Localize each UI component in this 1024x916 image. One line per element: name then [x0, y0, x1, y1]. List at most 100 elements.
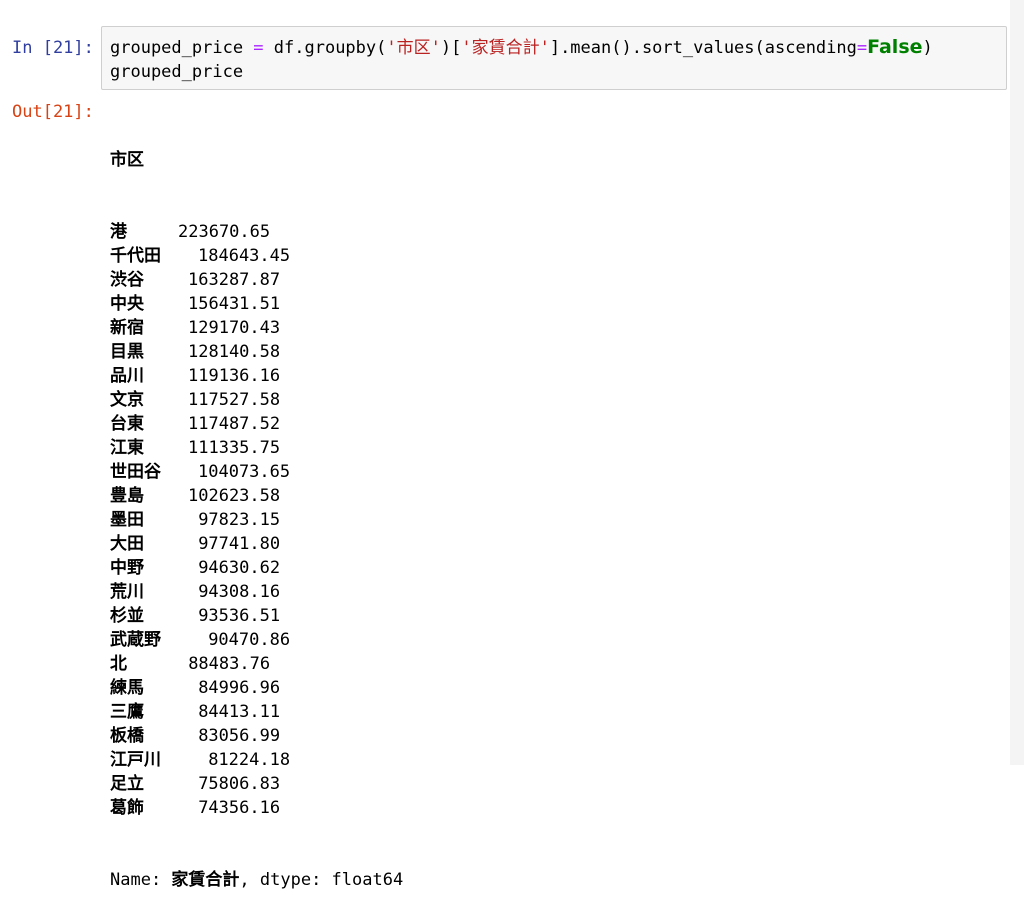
series-row: 品川 119136.16: [110, 364, 403, 388]
series-row-label: 板橋: [110, 726, 144, 746]
series-row: 三鷹 84413.11: [110, 700, 403, 724]
series-row-label: 文京: [110, 390, 144, 410]
series-row-label: 千代田: [110, 246, 161, 266]
series-row-value: 128140.58: [188, 342, 281, 362]
output-area: 市区 港 223670.65 千代田 184643.45 渋谷 163287.87 中央 15…: [110, 100, 403, 916]
series-row-label: 港: [110, 222, 127, 242]
series-row-label: 武蔵野: [110, 630, 161, 650]
series-row-label: 渋谷: [110, 270, 144, 290]
code-text[interactable]: grouped_price = df.groupby('市区')['家賃合計']…: [110, 35, 933, 84]
output-prompt: Out[21]:: [12, 102, 94, 122]
series-row-value: 90470.86: [208, 630, 291, 650]
series-row: 足立 75806.83: [110, 772, 403, 796]
series-row-label: 江東: [110, 438, 144, 458]
series-row-label: 杉並: [110, 606, 144, 626]
series-row-label: 目黒: [110, 342, 144, 362]
series-row: 江東 111335.75: [110, 436, 403, 460]
series-row-label: 新宿: [110, 318, 144, 338]
series-row-label: 世田谷: [110, 462, 161, 482]
footer-dtype: , dtype: float64: [239, 870, 404, 890]
series-row-value: 156431.51: [188, 294, 281, 314]
series-row-label: 豊島: [110, 486, 144, 506]
series-row-value: 163287.87: [188, 270, 281, 290]
series-row: 江戸川 81224.18: [110, 748, 403, 772]
footer-name-value: 家賃合計: [171, 870, 240, 890]
series-row: 千代田 184643.45: [110, 244, 403, 268]
series-row-value: 184643.45: [198, 246, 291, 266]
series-row-value: 119136.16: [188, 366, 281, 386]
series-row: 北 88483.76: [110, 652, 403, 676]
code-editor[interactable]: grouped_price = df.groupby('市区')['家賃合計']…: [101, 26, 1007, 90]
series-row: 目黒 128140.58: [110, 340, 403, 364]
series-row-value: 74356.16: [198, 798, 281, 818]
code-token: df.groupby(: [263, 38, 387, 58]
series-row-value: 84413.11: [198, 702, 281, 722]
series-row: 武蔵野 90470.86: [110, 628, 403, 652]
series-row-label: 練馬: [110, 678, 144, 698]
series-row-label: 荒川: [110, 582, 144, 602]
code-keyword: False: [867, 36, 923, 58]
code-token: ].mean().sort_values(ascending: [549, 38, 857, 58]
code-line-2: grouped_price: [110, 62, 244, 82]
series-row: 台東 117487.52: [110, 412, 403, 436]
series-row-value: 94630.62: [198, 558, 281, 578]
series-row-value: 117527.58: [188, 390, 281, 410]
series-row-value: 97741.80: [198, 534, 281, 554]
code-token: ): [922, 38, 933, 58]
series-row: 墨田 97823.15: [110, 508, 403, 532]
series-row-label: 大田: [110, 534, 144, 554]
series-row-label: 北: [110, 654, 127, 674]
series-footer: Name: 家賃合計, dtype: float64: [110, 868, 403, 892]
series-row: 大田 97741.80: [110, 532, 403, 556]
series-row-label: 中野: [110, 558, 144, 578]
series-row: 荒川 94308.16: [110, 580, 403, 604]
scrollbar-track[interactable]: [1010, 0, 1024, 765]
code-operator: =: [856, 38, 868, 58]
series-row-value: 75806.83: [198, 774, 281, 794]
series-row: 港 223670.65: [110, 220, 403, 244]
series-row-label: 墨田: [110, 510, 144, 530]
code-string: '家賃合計': [461, 38, 550, 58]
series-row-value: 97823.15: [198, 510, 281, 530]
series-row-value: 84996.96: [198, 678, 281, 698]
series-row-value: 102623.58: [188, 486, 281, 506]
series-row-label: 江戸川: [110, 750, 161, 770]
series-row-label: 台東: [110, 414, 144, 434]
input-prompt: In [21]:: [12, 38, 94, 58]
series-row-value: 223670.65: [178, 222, 271, 242]
series-index-name: 市区: [110, 148, 403, 172]
series-row: 豊島 102623.58: [110, 484, 403, 508]
series-row: 板橋 83056.99: [110, 724, 403, 748]
series-row: 新宿 129170.43: [110, 316, 403, 340]
series-row-value: 88483.76: [188, 654, 271, 674]
series-row-label: 足立: [110, 774, 144, 794]
series-row-value: 83056.99: [198, 726, 281, 746]
series-row: 中野 94630.62: [110, 556, 403, 580]
code-operator: =: [253, 38, 264, 58]
series-row: 世田谷 104073.65: [110, 460, 403, 484]
series-row: 文京 117527.58: [110, 388, 403, 412]
index-name-label: 市区: [110, 150, 144, 170]
series-row: 練馬 84996.96: [110, 676, 403, 700]
series-row-label: 中央: [110, 294, 144, 314]
series-row: 渋谷 163287.87: [110, 268, 403, 292]
series-row-label: 葛飾: [110, 798, 144, 818]
series-row-label: 品川: [110, 366, 144, 386]
series-row-value: 94308.16: [198, 582, 281, 602]
series-row-value: 104073.65: [198, 462, 291, 482]
series-row: 葛飾 74356.16: [110, 796, 403, 820]
series-row-value: 81224.18: [208, 750, 291, 770]
series-row-value: 129170.43: [188, 318, 281, 338]
code-cell[interactable]: In [21]: grouped_price = df.groupby('市区'…: [0, 26, 1008, 92]
series-row-value: 117487.52: [188, 414, 281, 434]
series-row-label: 三鷹: [110, 702, 144, 722]
series-row: 杉並 93536.51: [110, 604, 403, 628]
footer-name-prefix: Name:: [110, 870, 172, 890]
series-row: 中央 156431.51: [110, 292, 403, 316]
series-rows: 港 223670.65 千代田 184643.45 渋谷 163287.87 中央 15643…: [110, 220, 403, 820]
series-row-value: 93536.51: [198, 606, 281, 626]
code-string: '市区': [386, 38, 441, 58]
code-token: )[: [440, 38, 462, 58]
series-row-value: 111335.75: [188, 438, 281, 458]
code-token: grouped_price: [110, 38, 254, 58]
